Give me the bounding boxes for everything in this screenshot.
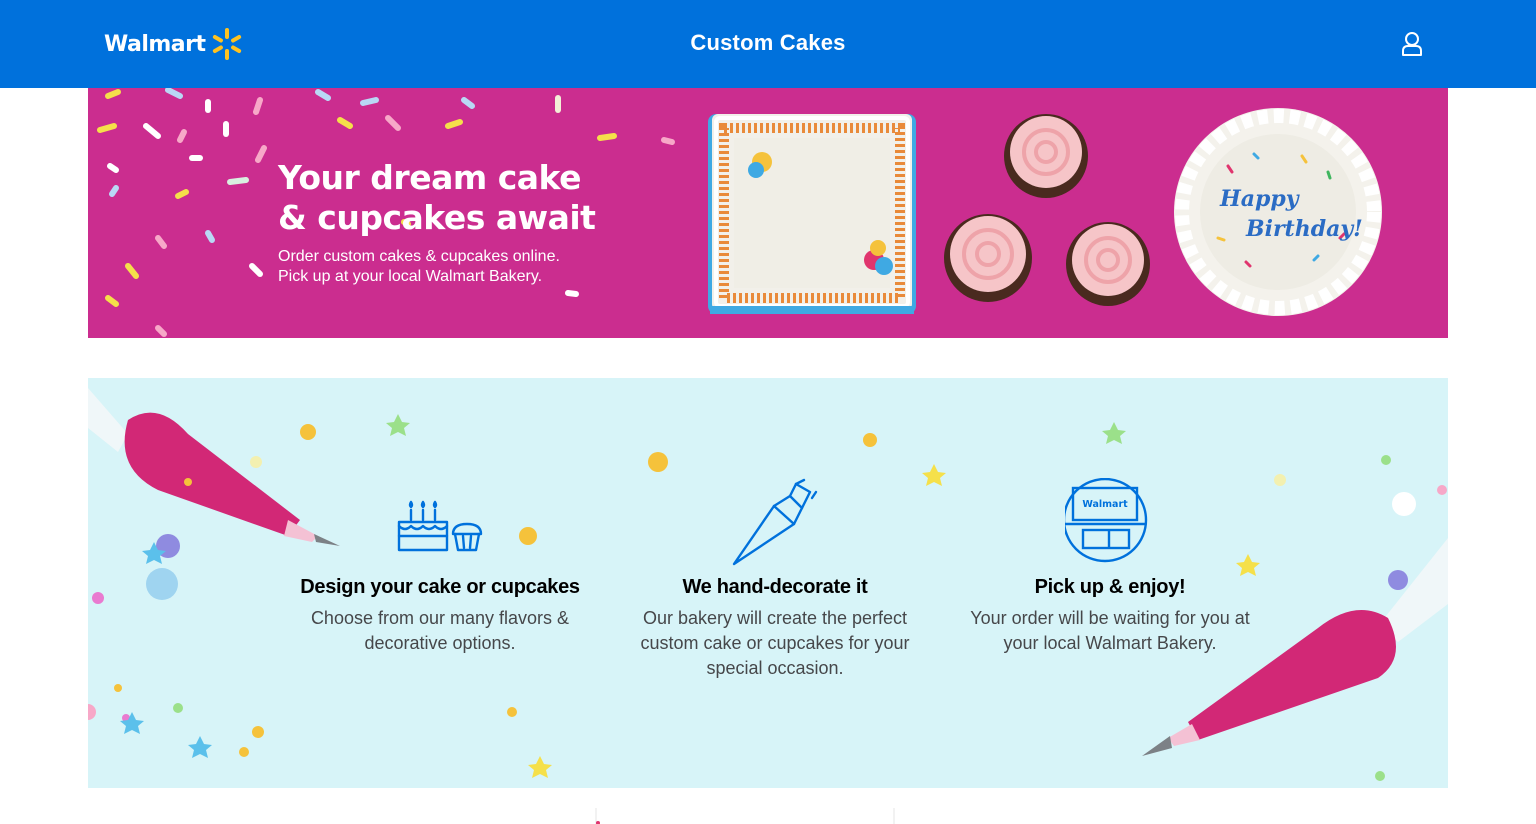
walmart-store-icon: Walmart	[1065, 478, 1148, 563]
piping-bag-icon	[732, 478, 818, 566]
step-pickup: Walmart Pick up & enjoy! Your order will…	[960, 478, 1260, 656]
step-design: Design your cake or cupcakes Choose from…	[290, 478, 590, 656]
step-decorate: We hand-decorate it Our bakery will crea…	[625, 478, 925, 681]
hero-subtext-line-2: Pick up at your local Walmart Bakery.	[278, 268, 543, 285]
step-title: We hand-decorate it	[682, 576, 868, 598]
cakes-illustration: Happy Birthday!	[708, 108, 1382, 316]
hero-heading: Your dream cake & cupcakes await	[278, 158, 596, 237]
step-description: Choose from our many flavors & decorativ…	[310, 608, 570, 653]
step-description: Our bakery will create the perfect custo…	[640, 608, 910, 678]
account-icon[interactable]	[1398, 30, 1426, 58]
page-title: Custom Cakes	[690, 30, 846, 55]
next-section-peek	[595, 808, 895, 824]
birthday-cake-image: Happy Birthday!	[1174, 108, 1382, 316]
hero-text-block: Your dream cake & cupcakes await Order c…	[278, 158, 618, 287]
step-title: Pick up & enjoy!	[1034, 576, 1186, 598]
store-sign-text: Walmart	[1082, 499, 1128, 510]
cake-cupcake-icon	[397, 500, 483, 552]
step-title: Design your cake or cupcakes	[300, 576, 580, 598]
how-it-works-section: Design your cake or cupcakes Choose from…	[88, 378, 1448, 788]
sheet-cake-image	[708, 114, 916, 314]
hero-banner: Your dream cake & cupcakes await Order c…	[88, 88, 1448, 338]
cupcakes-image	[944, 114, 1150, 306]
top-header: Walmart Custom Cakes	[0, 0, 1536, 88]
hero-subtext-line-1: Order custom cakes & cupcakes online.	[278, 248, 560, 265]
hero-subtext: Order custom cakes & cupcakes online. Pi…	[278, 247, 618, 287]
step-description: Your order will be waiting for you at yo…	[970, 608, 1250, 653]
